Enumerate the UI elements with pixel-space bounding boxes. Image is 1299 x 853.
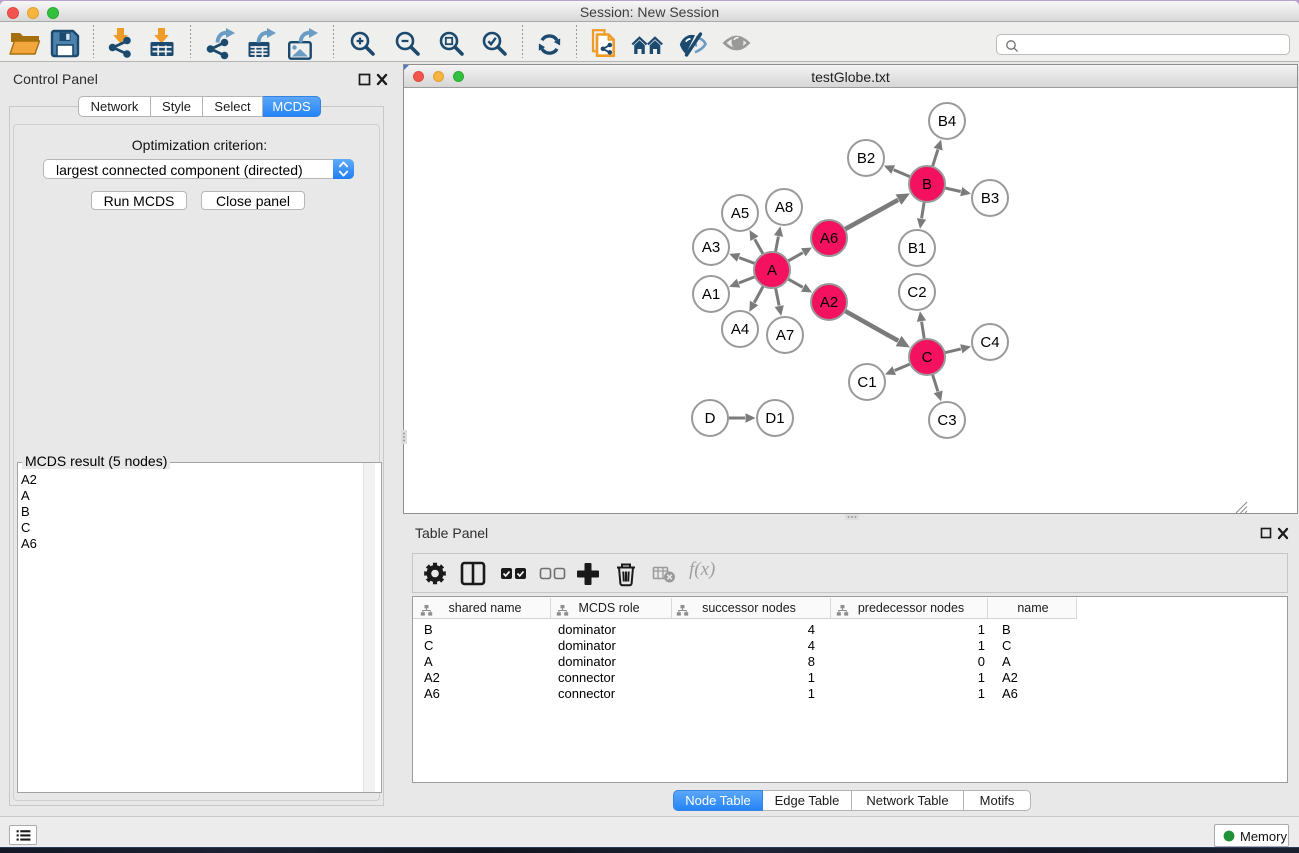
svg-text:B2: B2 — [857, 150, 875, 167]
svg-text:A5: A5 — [731, 205, 749, 222]
svg-text:C2: C2 — [907, 284, 926, 301]
svg-text:C: C — [922, 349, 933, 366]
svg-text:A2: A2 — [820, 294, 838, 311]
svg-text:A3: A3 — [702, 239, 720, 256]
svg-text:A1: A1 — [702, 286, 720, 303]
svg-text:A7: A7 — [776, 327, 794, 344]
svg-text:B1: B1 — [908, 240, 926, 257]
svg-text:B3: B3 — [981, 190, 999, 207]
svg-text:A: A — [767, 262, 777, 279]
svg-text:B: B — [922, 176, 932, 193]
svg-text:B4: B4 — [938, 113, 956, 130]
svg-text:C1: C1 — [857, 374, 876, 391]
svg-text:C4: C4 — [980, 334, 999, 351]
svg-text:A8: A8 — [775, 199, 793, 216]
svg-text:A6: A6 — [820, 230, 838, 247]
svg-text:A4: A4 — [731, 321, 749, 338]
svg-text:D1: D1 — [765, 410, 784, 427]
svg-text:C3: C3 — [937, 412, 956, 429]
svg-text:D: D — [705, 410, 716, 427]
